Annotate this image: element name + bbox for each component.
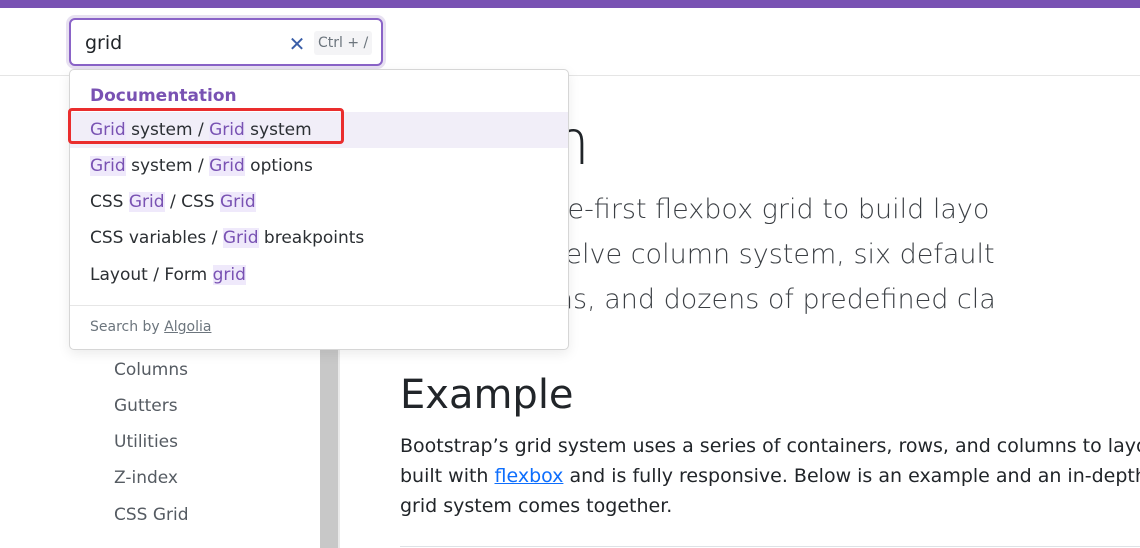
search-result[interactable]: Grid system / Grid system [70,112,568,148]
match-highlight: Grid [128,192,165,212]
dropdown-divider [70,305,568,306]
search-result[interactable]: Grid system / Grid options [70,148,568,184]
example-paragraph-line-1: Bootstrap’s grid system uses a series of… [400,435,1140,457]
algolia-link[interactable]: Algolia [164,319,211,335]
result-text: system / [125,156,210,176]
flexbox-link[interactable]: flexbox [495,465,564,487]
match-highlight: Grid [209,156,245,176]
search-result[interactable]: Layout / Form grid [70,257,568,293]
search-input[interactable] [85,30,275,56]
close-icon[interactable]: ✕ [285,32,309,56]
search-result[interactable]: CSS variables / Grid breakpoints [70,220,568,256]
result-text: CSS [90,192,129,212]
search-result[interactable]: CSS Grid / CSS Grid [70,184,568,220]
result-text: breakpoints [258,228,365,248]
match-highlight: Grid [90,156,126,176]
example-paragraph-line-2: built with flexbox and is fully responsi… [400,465,1140,487]
search-by-algolia: Search by Algolia [90,319,211,335]
paragraph-text: built with [400,465,495,487]
result-text: CSS variables / [90,228,223,248]
paragraph-text: and is fully responsive. Below is an exa… [563,465,1140,487]
result-text: options [244,156,313,176]
sidebar-item-gutters[interactable]: Gutters [114,396,178,416]
search-results-dropdown: Documentation Grid system / Grid system … [69,69,569,350]
sidebar-item-z-index[interactable]: Z-index [114,468,178,488]
example-heading: Example [400,372,574,418]
top-brand-bar [0,0,1140,8]
match-highlight: Grid [219,192,256,212]
match-highlight: grid [212,265,246,285]
sidebar-item-css-grid[interactable]: CSS Grid [114,505,189,525]
result-text: Layout / Form [90,265,213,285]
footer-text: Search by [90,319,165,335]
sidebar-item-columns[interactable]: Columns [114,360,188,380]
result-text: / CSS [164,192,220,212]
search-shortcut-hint: Ctrl + / [314,31,373,55]
match-highlight: Grid [222,228,259,248]
match-highlight: Grid [209,120,245,140]
result-text: system / [125,120,210,140]
example-paragraph-line-3: grid system comes together. [400,495,673,517]
docs-search: ✕ Ctrl + / [69,18,383,66]
results-source-title: Documentation [90,86,237,106]
result-text: system [244,120,312,140]
sidebar-item-utilities[interactable]: Utilities [114,432,178,452]
divider [400,546,1140,547]
match-highlight: Grid [90,120,126,140]
